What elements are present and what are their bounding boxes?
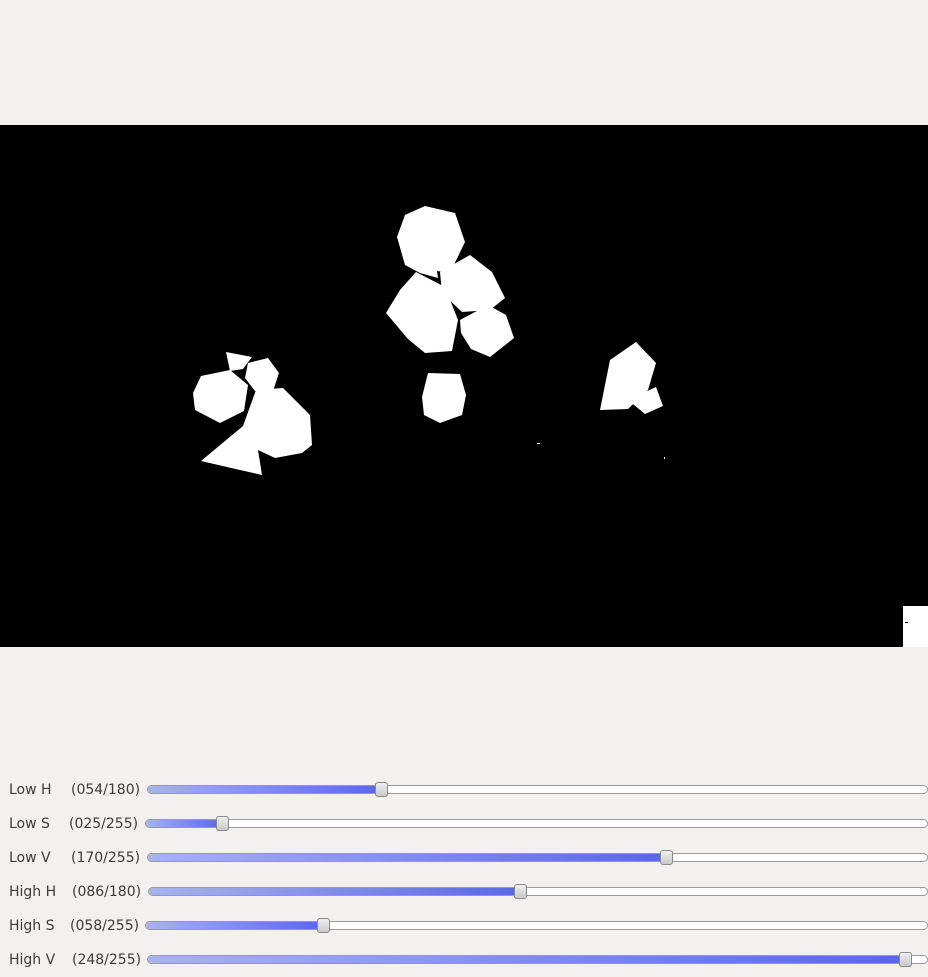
slider-fill <box>148 786 382 793</box>
slider-fill <box>149 888 521 895</box>
trackbar-label: High H <box>9 884 57 900</box>
trackbar-label: Low V <box>9 850 51 866</box>
trackbar-value-text: (058/255) <box>70 918 140 934</box>
trackbar-high-h: High H (086/180) <box>0 881 928 905</box>
slider-handle[interactable] <box>316 918 330 933</box>
slider-fill <box>146 820 223 827</box>
trackbar-low-v: Low V (170/255) <box>0 847 928 871</box>
slider-fill <box>148 956 906 963</box>
trackbar-value-text: (170/255) <box>71 850 141 866</box>
slider-handle[interactable] <box>374 782 388 797</box>
slider-track[interactable] <box>147 952 928 967</box>
slider-fill <box>148 854 668 861</box>
slider-fill <box>146 922 324 929</box>
trackbar-value-text: (248/255) <box>72 952 142 968</box>
trackbar-low-h: Low H (054/180) <box>0 779 928 803</box>
slider-handle[interactable] <box>898 952 912 967</box>
slider-handle[interactable] <box>215 816 229 831</box>
slider-track[interactable] <box>147 850 928 865</box>
slider-handle[interactable] <box>660 850 674 865</box>
trackbar-value-text: (054/180) <box>71 782 141 798</box>
trackbar-label: High S <box>9 918 55 934</box>
trackbar-value-text: (086/180) <box>72 884 142 900</box>
trackbar-low-s: Low S (025/255) <box>0 813 928 837</box>
trackbar-label: Low S <box>9 816 50 832</box>
trackbar-high-s: High S (058/255) <box>0 915 928 939</box>
slider-track[interactable] <box>145 918 928 933</box>
trackbar-label: High V <box>9 952 56 968</box>
trackbar-value-text: (025/255) <box>69 816 139 832</box>
opencv-window: Low H (054/180) Low S (025/255) Low V (1… <box>0 0 928 977</box>
threshold-image-view <box>0 125 928 647</box>
mask-image <box>0 125 928 647</box>
trackbar-high-v: High V (248/255) <box>0 949 928 973</box>
slider-track[interactable] <box>148 884 928 899</box>
slider-track[interactable] <box>147 782 928 797</box>
slider-handle[interactable] <box>513 884 527 899</box>
slider-track[interactable] <box>145 816 928 831</box>
trackbar-label: Low H <box>9 782 52 798</box>
